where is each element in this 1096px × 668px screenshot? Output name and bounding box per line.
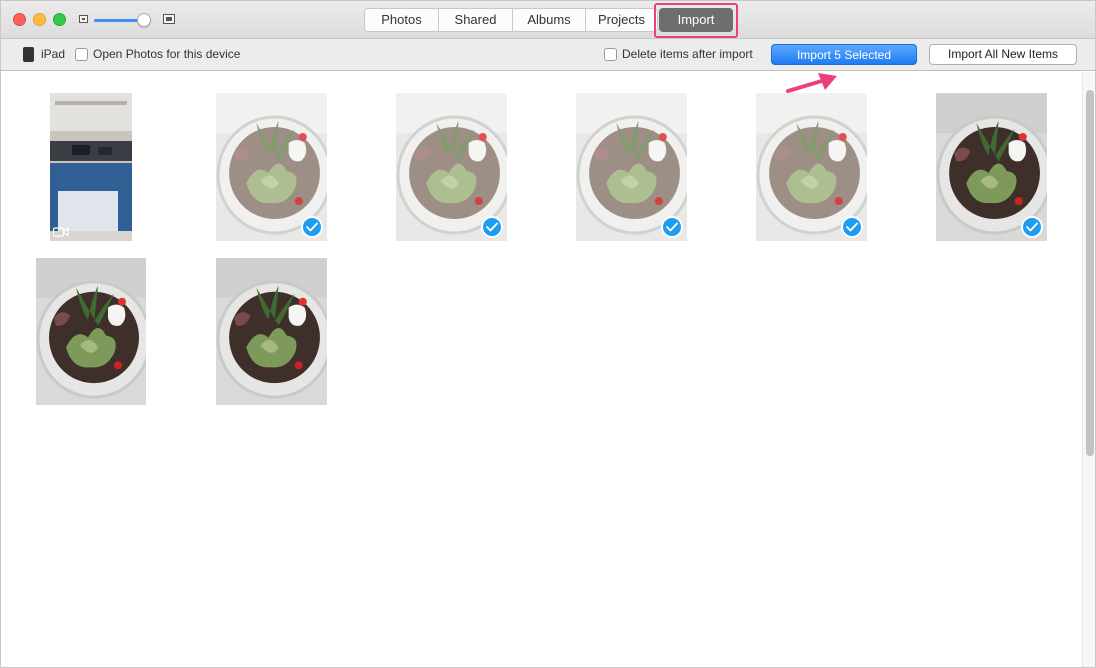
office-scene-image: [50, 93, 132, 241]
view-tabs: Photos Shared Albums Projects: [364, 8, 658, 32]
delete-items-checkbox[interactable]: [604, 48, 617, 61]
photo-thumbnail[interactable]: [36, 258, 146, 405]
succulent-pot-image: [36, 258, 146, 405]
selected-checkmark-icon[interactable]: [301, 216, 323, 238]
photo-thumbnail[interactable]: [216, 258, 327, 405]
photo-thumbnail[interactable]: [576, 93, 687, 241]
selected-checkmark-icon[interactable]: [661, 216, 683, 238]
delete-items-label[interactable]: Delete items after import: [622, 47, 753, 61]
minimize-window-button[interactable]: [33, 13, 46, 26]
selected-checkmark-icon[interactable]: [1021, 216, 1043, 238]
photo-thumbnail[interactable]: [396, 93, 507, 241]
tab-import[interactable]: Import: [659, 8, 733, 32]
zoom-in-icon[interactable]: [163, 14, 175, 24]
succulent-pot-image: [216, 258, 327, 405]
tab-projects[interactable]: Projects: [586, 8, 658, 32]
scrollbar-thumb[interactable]: [1086, 90, 1094, 456]
selected-checkmark-icon[interactable]: [481, 216, 503, 238]
vertical-scrollbar[interactable]: [1082, 72, 1095, 667]
photo-thumbnail[interactable]: [936, 93, 1047, 241]
zoom-out-icon[interactable]: [79, 15, 88, 23]
zoom-slider-knob[interactable]: [137, 13, 152, 27]
photo-thumbnail[interactable]: [756, 93, 867, 241]
tab-shared[interactable]: Shared: [439, 8, 513, 32]
video-camera-icon: [53, 227, 69, 237]
import-toolbar: iPad Open Photos for this device Delete …: [1, 39, 1095, 71]
tab-albums[interactable]: Albums: [513, 8, 586, 32]
title-bar: Photos Shared Albums Projects Import: [1, 1, 1095, 39]
close-window-button[interactable]: [13, 13, 26, 26]
device-label: iPad: [41, 47, 66, 61]
open-photos-checkbox[interactable]: [75, 48, 88, 61]
photo-thumbnail[interactable]: [216, 93, 327, 241]
ipad-icon: [23, 47, 34, 62]
selected-checkmark-icon[interactable]: [841, 216, 863, 238]
open-photos-label[interactable]: Open Photos for this device: [93, 47, 240, 61]
import-all-button[interactable]: Import All New Items: [929, 44, 1077, 65]
fullscreen-window-button[interactable]: [53, 13, 66, 26]
photos-window: Photos Shared Albums Projects Import iPa…: [0, 0, 1096, 668]
photo-thumbnail-video[interactable]: [50, 93, 132, 241]
import-selected-button[interactable]: Import 5 Selected: [771, 44, 917, 65]
tab-photos[interactable]: Photos: [364, 8, 439, 32]
